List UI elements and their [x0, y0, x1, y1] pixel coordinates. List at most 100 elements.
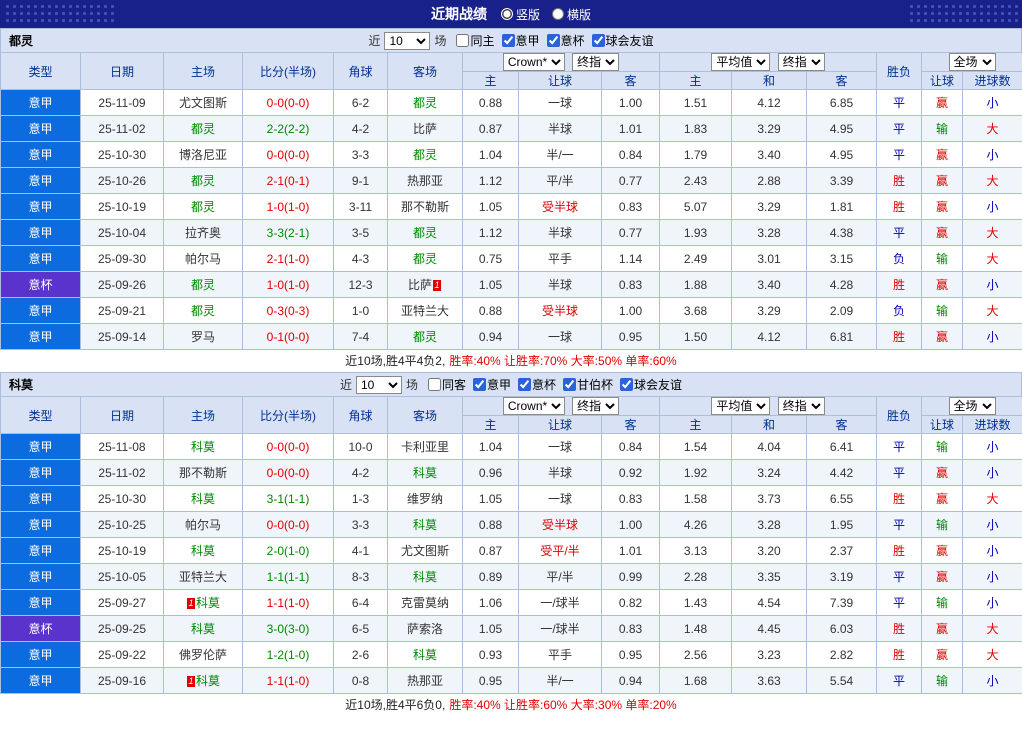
avg-home-cell: 1.43 — [660, 590, 732, 616]
score-text: 1-1(1-0) — [267, 596, 310, 610]
view-option[interactable]: 竖版 — [501, 6, 540, 23]
total-goals-cell: 小 — [963, 590, 1022, 616]
total-goals-text: 大 — [987, 122, 999, 136]
view-option-label: 竖版 — [516, 6, 540, 23]
filter-checkbox[interactable]: 球会友谊 — [620, 376, 682, 393]
avg-draw-cell: 3.23 — [732, 642, 807, 668]
home-team-name: 拉齐奥 — [185, 226, 221, 240]
filter-checkbox-input[interactable] — [563, 378, 576, 391]
average-stage-select[interactable]: 终指 — [778, 397, 825, 415]
handicap-result-cell: 赢 — [922, 460, 963, 486]
date-cell: 25-09-27 — [81, 590, 164, 616]
col-total-goals: 进球数 — [963, 72, 1022, 90]
avg-draw-cell: 3.73 — [732, 486, 807, 512]
avg-away-cell: 4.28 — [807, 272, 877, 298]
filter-checkbox-input[interactable] — [620, 378, 633, 391]
score-text: 0-0(0-0) — [267, 148, 310, 162]
filter-checkbox-input[interactable] — [428, 378, 441, 391]
filter-checkbox[interactable]: 意杯 — [518, 376, 556, 393]
filter-checkbox[interactable]: 甘伯杯 — [563, 376, 613, 393]
score-text: 3-3(2-1) — [267, 226, 310, 240]
match-count-select[interactable]: 10 — [356, 376, 402, 394]
match-count-select[interactable]: 10 — [384, 32, 430, 50]
bookmaker-stage-select[interactable]: 终指 — [572, 53, 619, 71]
date-cell: 25-11-02 — [81, 116, 164, 142]
scope-select[interactable]: 全场 — [949, 397, 996, 415]
total-goals-cell: 大 — [963, 616, 1022, 642]
summary-stats: 胜率:40% 让胜率:70% 大率:50% 单率:60% — [449, 354, 676, 368]
league-badge: 意甲 — [1, 512, 81, 538]
total-goals-text: 小 — [987, 466, 999, 480]
handicap-text: 半球 — [548, 278, 572, 292]
view-option-radio[interactable] — [552, 8, 564, 20]
away-odds-cell: 1.00 — [602, 90, 660, 116]
away-odds-cell: 0.95 — [602, 642, 660, 668]
section-header-torino: 都灵 近 10 场 同主 意甲 意杯 球会友谊 — [0, 28, 1022, 52]
avg-draw-cell: 3.24 — [732, 460, 807, 486]
filter-checkbox[interactable]: 意杯 — [547, 32, 585, 49]
scope-select[interactable]: 全场 — [949, 53, 996, 71]
avg-away-cell: 6.55 — [807, 486, 877, 512]
bookmaker-stage-select[interactable]: 终指 — [572, 397, 619, 415]
handicap-result-cell: 输 — [922, 298, 963, 324]
score-text: 1-0(1-0) — [267, 200, 310, 214]
away-team-name: 维罗纳 — [407, 492, 443, 506]
filter-checkbox-input[interactable] — [547, 34, 560, 47]
handicap-result-text: 赢 — [936, 330, 948, 344]
torino-summary-line: 近10场,胜4平4负2,胜率:40% 让胜率:70% 大率:50% 单率:60% — [0, 350, 1022, 372]
handicap-result-cell: 赢 — [922, 538, 963, 564]
total-goals-cell: 小 — [963, 194, 1022, 220]
result-cell: 平 — [877, 512, 922, 538]
filter-checkbox[interactable]: 同客 — [428, 376, 466, 393]
home-team-name: 那不勒斯 — [179, 466, 227, 480]
home-team-cell: 亚特兰大 — [164, 564, 243, 590]
filter-checkbox-input[interactable] — [518, 378, 531, 391]
away-odds-cell: 0.77 — [602, 168, 660, 194]
home-team-cell: 1科莫 — [164, 590, 243, 616]
handicap-cell: 受平/半 — [519, 538, 602, 564]
filter-checkboxes: 同客 意甲 意杯 甘伯杯 球会友谊 — [428, 376, 682, 393]
filter-checkbox-input[interactable] — [502, 34, 515, 47]
score-cell: 0-0(0-0) — [243, 142, 334, 168]
result-text: 平 — [893, 96, 905, 110]
handicap-cell: 平手 — [519, 642, 602, 668]
average-stage-select[interactable]: 终指 — [778, 53, 825, 71]
col-result: 胜负 — [877, 53, 922, 90]
away-odds-cell: 0.83 — [602, 272, 660, 298]
away-team-name: 都灵 — [413, 96, 437, 110]
filter-checkbox[interactable]: 同主 — [456, 32, 494, 49]
away-odds-cell: 1.00 — [602, 298, 660, 324]
average-select[interactable]: 平均值 — [711, 53, 770, 71]
result-cell: 平 — [877, 564, 922, 590]
home-odds-cell: 1.06 — [463, 590, 519, 616]
filter-checkbox-input[interactable] — [473, 378, 486, 391]
score-cell: 1-1(1-0) — [243, 590, 334, 616]
avg-home-cell: 3.68 — [660, 298, 732, 324]
filter-checkbox-input[interactable] — [592, 34, 605, 47]
home-team-name: 科莫 — [191, 622, 215, 636]
filter-checkbox[interactable]: 意甲 — [502, 32, 540, 49]
bookmaker-select[interactable]: Crown* — [503, 397, 565, 415]
away-odds-cell: 1.00 — [602, 512, 660, 538]
home-odds-cell: 0.94 — [463, 324, 519, 350]
view-option-radio[interactable] — [501, 8, 513, 20]
handicap-result-cell: 输 — [922, 590, 963, 616]
result-cell: 胜 — [877, 168, 922, 194]
handicap-result-cell: 赢 — [922, 90, 963, 116]
total-goals-text: 小 — [987, 96, 999, 110]
handicap-text: 受半球 — [542, 304, 578, 318]
col-avg-home: 主 — [660, 72, 732, 90]
away-odds-cell: 0.84 — [602, 434, 660, 460]
col-odds-handicap: 让球 — [519, 72, 602, 90]
view-option[interactable]: 横版 — [552, 6, 591, 23]
filter-checkbox-input[interactable] — [456, 34, 469, 47]
filter-checkbox-label: 同客 — [442, 376, 466, 393]
average-select[interactable]: 平均值 — [711, 397, 770, 415]
filter-checkbox[interactable]: 意甲 — [473, 376, 511, 393]
handicap-text: 受半球 — [542, 200, 578, 214]
bookmaker-select[interactable]: Crown* — [503, 53, 565, 71]
home-team-cell: 都灵 — [164, 116, 243, 142]
result-text: 胜 — [893, 648, 905, 662]
filter-checkbox[interactable]: 球会友谊 — [592, 32, 654, 49]
total-goals-cell: 小 — [963, 142, 1022, 168]
